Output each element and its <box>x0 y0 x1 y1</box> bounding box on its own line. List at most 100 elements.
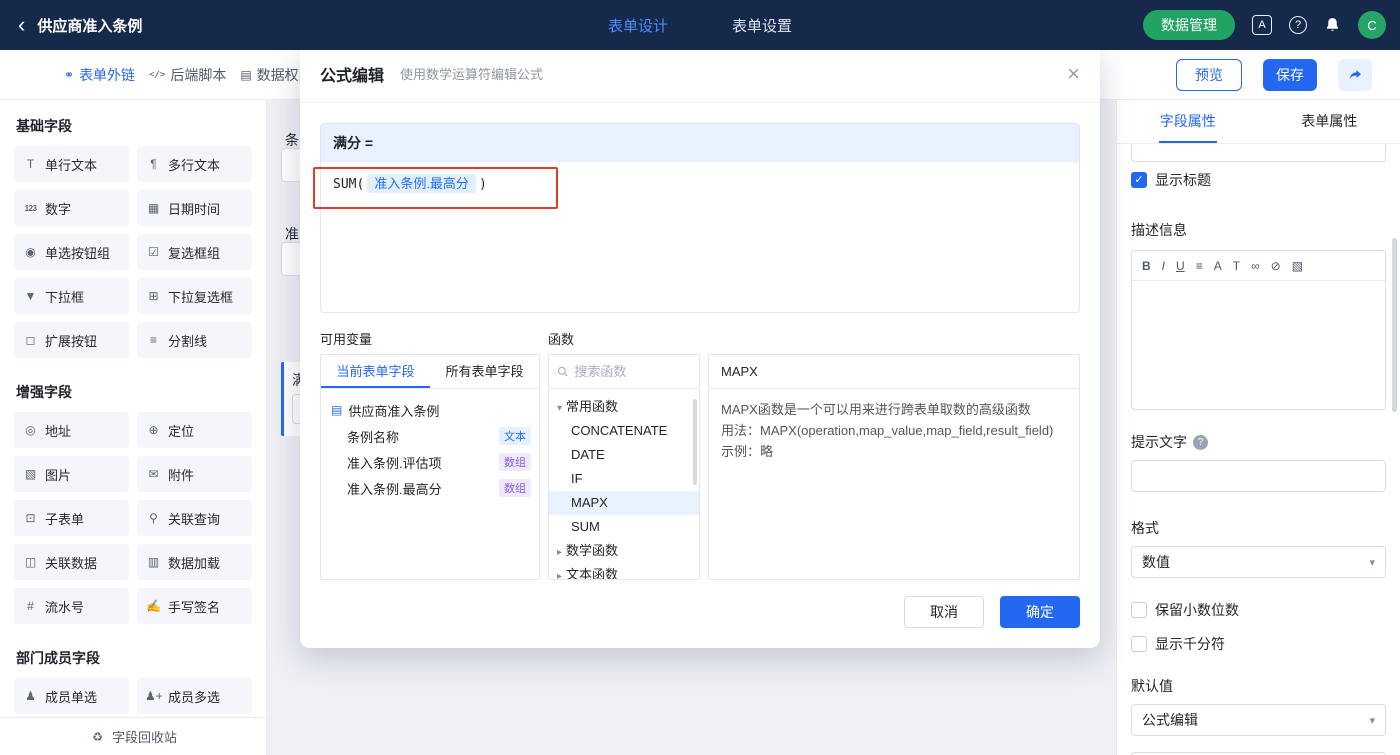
image-icon: ▧ <box>24 467 37 481</box>
topbar-tabs: 表单设计 表单设置 <box>608 0 792 50</box>
tab-form-settings[interactable]: 表单设置 <box>732 15 792 36</box>
field-item-divider[interactable]: ≡ 分割线 <box>137 322 252 358</box>
field-item-radio-group[interactable]: ◉ 单选按钮组 <box>14 234 129 270</box>
variable-row[interactable]: 准入条例.最高分 数组 <box>321 475 539 501</box>
save-button[interactable]: 保存 <box>1263 59 1317 91</box>
function-item-mapx[interactable]: MAPX <box>549 491 699 515</box>
unlink-icon[interactable]: ⊘ <box>1271 259 1281 273</box>
field-item-member-single[interactable]: ♟ 成员单选 <box>14 678 129 714</box>
caret-right-icon: ▸ <box>557 547 563 558</box>
share-button[interactable] <box>1338 59 1372 91</box>
variable-name: 条例名称 <box>347 429 400 445</box>
close-icon[interactable]: × <box>1067 62 1080 85</box>
field-item-dropdown-multi[interactable]: ⊞ 下拉复选框 <box>137 278 252 314</box>
field-item-attachment[interactable]: ✉ 附件 <box>137 456 252 492</box>
backend-script-link[interactable]: </> 后端脚本 <box>149 65 226 85</box>
canvas-field-label: 条 <box>285 132 299 148</box>
field-item-location[interactable]: ⊕ 定位 <box>137 412 252 448</box>
field-item-dropdown[interactable]: ▼ 下拉框 <box>14 278 129 314</box>
translate-icon[interactable]: A <box>1252 15 1272 35</box>
field-item-member-multi[interactable]: ♟+ 成员多选 <box>137 678 252 714</box>
preview-button[interactable]: 预览 <box>1176 59 1242 91</box>
font-size-icon[interactable]: T <box>1233 259 1240 273</box>
format-select[interactable]: 数值 ▾ <box>1131 546 1386 578</box>
image-icon[interactable]: ▧ <box>1292 259 1303 273</box>
help-icon[interactable]: ? <box>1289 16 1307 34</box>
thousands-checkbox[interactable] <box>1131 636 1147 652</box>
field-item-serial-number[interactable]: # 流水号 <box>14 588 129 624</box>
field-item-datetime[interactable]: ▦ 日期时间 <box>137 190 252 226</box>
confirm-button[interactable]: 确定 <box>1000 596 1080 628</box>
field-item-single-line-text[interactable]: T 单行文本 <box>14 146 129 182</box>
function-search <box>549 355 699 389</box>
field-item-address[interactable]: ◎ 地址 <box>14 412 129 448</box>
hint-help-icon[interactable]: ? <box>1193 434 1208 450</box>
field-item-image[interactable]: ▧ 图片 <box>14 456 129 492</box>
modal-title: 公式编辑 <box>320 67 385 85</box>
keep-decimal-checkbox[interactable] <box>1131 602 1147 618</box>
check-icon: ✓ <box>1134 173 1144 186</box>
hint-label: 提示文字 <box>1131 434 1187 450</box>
bell-icon[interactable] <box>1324 16 1341 34</box>
italic-icon[interactable]: I <box>1162 259 1165 273</box>
avatar[interactable]: C <box>1358 11 1386 39</box>
tree-root-form[interactable]: ▤ 供应商准入条例 <box>321 397 539 423</box>
variable-row[interactable]: 条例名称 文本 <box>321 423 539 449</box>
dropdown-icon: ▼ <box>24 289 37 303</box>
tab-form-properties[interactable]: 表单属性 <box>1259 100 1400 143</box>
datetime-icon: ▦ <box>147 201 160 215</box>
function-search-input[interactable] <box>574 364 691 379</box>
variable-type-badge: 文本 <box>499 427 531 445</box>
default-value-select[interactable]: 公式编辑 ▾ <box>1131 704 1386 736</box>
variable-type-badge: 数组 <box>499 479 531 497</box>
backend-script-icon: </> <box>149 70 166 80</box>
field-item-checkbox-group[interactable]: ☑ 复选框组 <box>137 234 252 270</box>
cancel-button[interactable]: 取消 <box>904 596 984 628</box>
field-item-related-query[interactable]: ⚲ 关联查询 <box>137 500 252 536</box>
field-item-subform[interactable]: ⊡ 子表单 <box>14 500 129 536</box>
underline-icon[interactable]: U <box>1176 259 1185 273</box>
tab-current-form-fields[interactable]: 当前表单字段 <box>321 355 430 388</box>
link-icon[interactable]: ∞ <box>1251 259 1260 273</box>
bold-icon[interactable]: B <box>1142 259 1151 273</box>
field-recycle-bin[interactable]: ♻ 字段回收站 <box>0 717 266 755</box>
field-item-related-data[interactable]: ◫ 关联数据 <box>14 544 129 580</box>
data-manage-button[interactable]: 数据管理 <box>1143 10 1235 40</box>
function-item-sum[interactable]: SUM <box>549 515 699 539</box>
field-item-number[interactable]: 123 数字 <box>14 190 129 226</box>
field-item-multi-line-text[interactable]: ¶ 多行文本 <box>137 146 252 182</box>
formula-input-area[interactable]: SUM(准入条例.最高分) <box>321 162 1079 312</box>
function-group-common[interactable]: ▾ 常用函数 <box>549 395 699 419</box>
hint-text-input[interactable] <box>1131 460 1386 492</box>
font-color-icon[interactable]: A <box>1214 259 1222 273</box>
function-list-scrollbar[interactable] <box>693 399 697 485</box>
field-item-label: 数据加载 <box>168 555 221 571</box>
field-item-signature[interactable]: ✍ 手写签名 <box>137 588 252 624</box>
function-item-date[interactable]: DATE <box>549 443 699 467</box>
tab-field-properties[interactable]: 字段属性 <box>1117 100 1259 143</box>
properties-scrollbar[interactable] <box>1392 238 1397 412</box>
field-item-extend-button[interactable]: ◻ 扩展按钮 <box>14 322 129 358</box>
function-item-concatenate[interactable]: CONCATENATE <box>549 419 699 443</box>
available-variables-label: 可用变量 <box>320 332 373 347</box>
tab-form-design[interactable]: 表单设计 <box>608 15 668 36</box>
number-icon: 123 <box>24 203 37 213</box>
variable-row[interactable]: 准入条例.评估项 数组 <box>321 449 539 475</box>
function-group-math[interactable]: ▸ 数学函数 <box>549 539 699 563</box>
formula-text: SUM( <box>333 177 365 192</box>
field-item-label: 复选框组 <box>168 245 221 261</box>
function-item-if[interactable]: IF <box>549 467 699 491</box>
function-group-text[interactable]: ▸ 文本函数 <box>549 563 699 579</box>
form-external-link[interactable]: ⚭ 表单外链 <box>64 65 135 85</box>
partial-scrolled-input[interactable] <box>1131 144 1386 162</box>
back-chevron-icon[interactable]: ‹ <box>14 14 29 36</box>
show-title-checkbox[interactable]: ✓ <box>1131 172 1147 188</box>
address-icon: ◎ <box>25 423 36 437</box>
description-editor: B I U ≡ A T ∞ ⊘ ▧ <box>1131 250 1386 410</box>
tab-all-form-fields[interactable]: 所有表单字段 <box>430 355 539 388</box>
topbar: ‹ 供应商准入条例 表单设计 表单设置 数据管理 A ? C <box>0 0 1400 50</box>
description-textarea[interactable] <box>1132 281 1385 409</box>
formula-variable-chip[interactable]: 准入条例.最高分 <box>367 174 476 193</box>
align-icon[interactable]: ≡ <box>1196 259 1203 273</box>
field-item-data-load[interactable]: ▥ 数据加载 <box>137 544 252 580</box>
